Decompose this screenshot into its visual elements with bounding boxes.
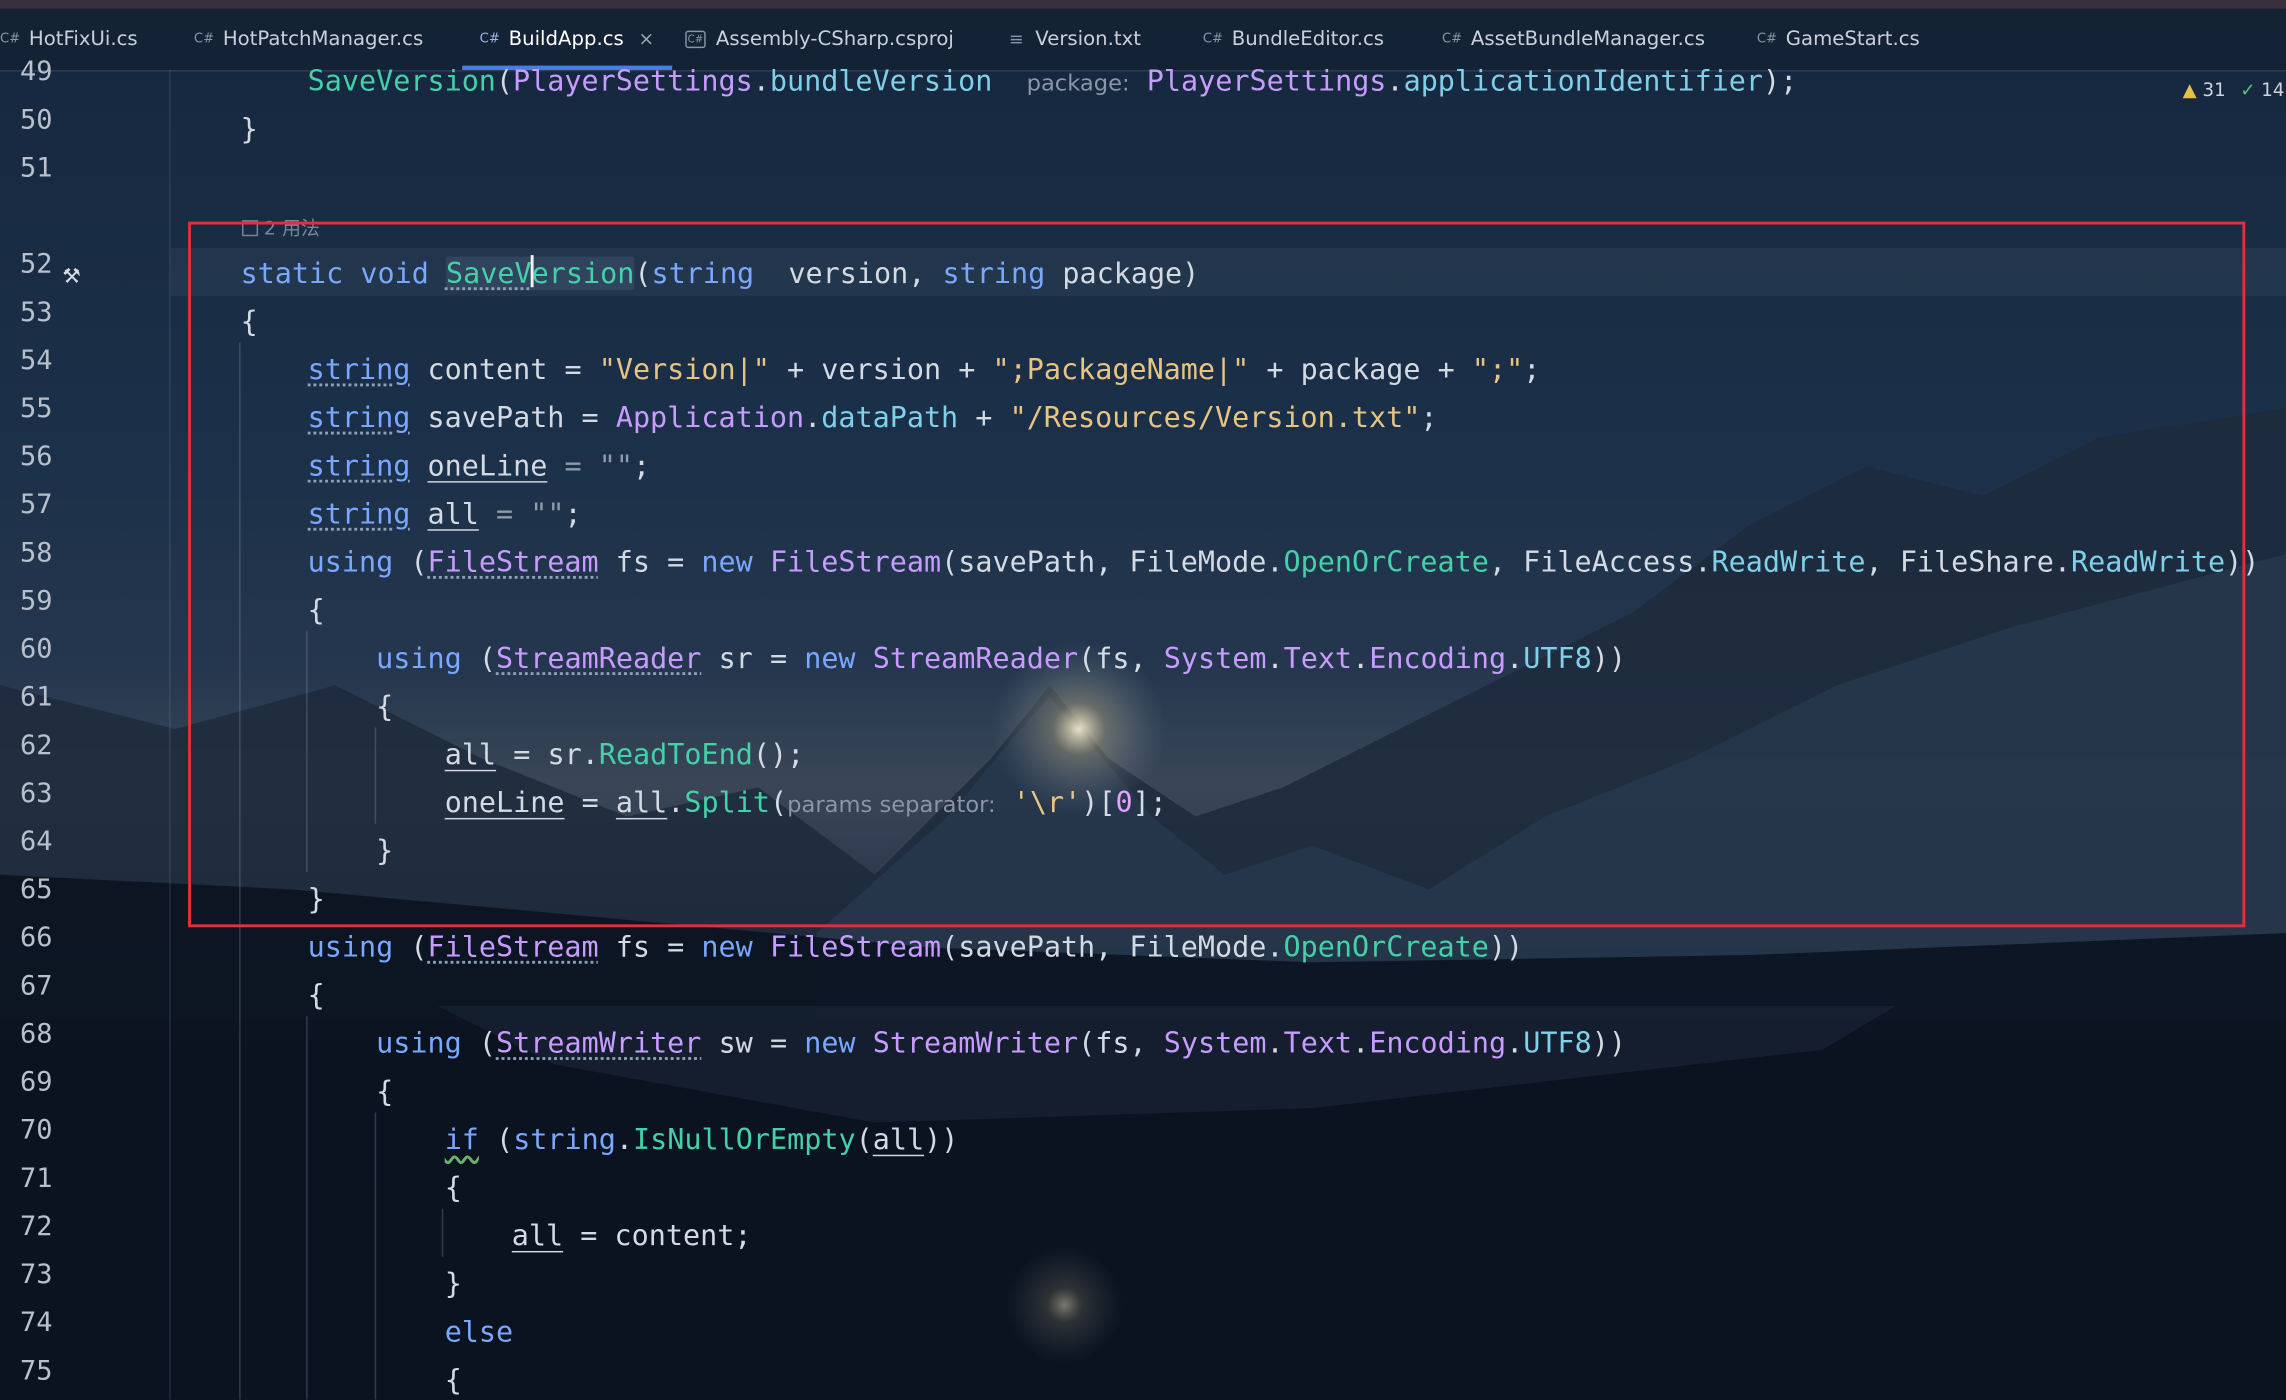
indent-guide: [441, 1208, 444, 1257]
line-number: 75: [20, 1355, 53, 1387]
line-number: 65: [20, 874, 53, 906]
tab-label: BuildApp.cs: [508, 27, 624, 52]
line-number: 66: [20, 922, 53, 954]
code-line-74: else: [444, 1315, 514, 1349]
line-number: 62: [20, 730, 53, 762]
code-line-66: using (FileStream fs = new FileStream(sa…: [307, 930, 1524, 964]
indent-guide: [306, 1016, 308, 1400]
csharp-file-icon: C#: [1202, 32, 1224, 47]
check-icon: ✓: [2240, 78, 2256, 101]
code-line-67: {: [307, 978, 325, 1012]
line-number: 70: [20, 1115, 53, 1146]
line-number: 52: [20, 249, 53, 280]
code-line-68: using (StreamWriter sw = new StreamWrite…: [376, 1026, 1626, 1060]
code-line-50: }: [240, 112, 258, 146]
line-number: 68: [20, 1019, 53, 1050]
line-number: 61: [20, 682, 53, 713]
tab-label: BundleEditor.cs: [1231, 27, 1385, 52]
line-number: 67: [20, 971, 53, 1002]
csharp-file-icon: C#: [1441, 32, 1463, 47]
line-number: 74: [20, 1307, 53, 1339]
gutter-divider: [169, 69, 171, 1400]
code-line-69: {: [376, 1074, 394, 1109]
csharp-file-icon: C#: [1756, 32, 1778, 47]
line-number: 71: [20, 1163, 53, 1195]
tab-label: GameStart.cs: [1785, 27, 1920, 52]
window-top-border: [0, 0, 2286, 9]
tab-label: HotPatchManager.cs: [222, 27, 424, 52]
csharp-file-icon: C#: [479, 32, 500, 47]
highlight-annotation-box: [188, 221, 2246, 928]
line-number: 54: [20, 345, 53, 377]
line-number: 50: [20, 104, 53, 136]
line-number: 64: [20, 826, 53, 858]
line-number: 49: [20, 56, 53, 88]
ok-count: 14: [2261, 78, 2285, 101]
tab-label: AssetBundleManager.cs: [1470, 27, 1706, 52]
indent-guide: [374, 1112, 377, 1400]
text-file-icon: ≡: [1008, 29, 1024, 50]
line-number: 57: [20, 489, 53, 521]
csharp-file-icon: C#: [0, 32, 21, 47]
hammer-icon[interactable]: ⚒: [63, 255, 81, 290]
line-number: 73: [20, 1259, 53, 1291]
warning-count: 31: [2202, 78, 2226, 101]
code-line-70: if (string.IsNullOrEmpty(all)): [444, 1122, 959, 1157]
close-icon[interactable]: ×: [638, 28, 654, 50]
parameter-hint: package:: [1026, 69, 1130, 97]
line-number: 63: [20, 778, 53, 810]
line-number: 51: [20, 153, 53, 184]
line-number: 72: [20, 1211, 53, 1243]
code-line-72: all = content;: [511, 1218, 752, 1253]
tab-label: Version.txt: [1035, 27, 1141, 52]
inspection-widget[interactable]: ▲ 31 ✓ 14: [2183, 79, 2285, 101]
line-number: 53: [20, 297, 53, 329]
code-line-71: {: [444, 1170, 462, 1205]
code-line-73: }: [444, 1267, 462, 1301]
tab-label: Assembly-CSharp.csproj: [715, 27, 954, 52]
warning-icon: ▲: [2182, 78, 2197, 101]
tab-label: HotFixUi.cs: [28, 27, 138, 52]
line-number: 58: [20, 538, 53, 569]
project-file-icon: C#: [685, 30, 706, 49]
line-number: 60: [20, 634, 53, 665]
csharp-file-icon: C#: [193, 32, 215, 47]
line-number: 59: [20, 586, 53, 617]
line-number: 56: [20, 441, 53, 473]
line-number: 69: [20, 1067, 53, 1098]
line-number: 55: [20, 393, 53, 425]
code-line-75: {: [444, 1363, 462, 1397]
code-line-49: SaveVersion(PlayerSettings.bundleVersion…: [307, 64, 1798, 98]
